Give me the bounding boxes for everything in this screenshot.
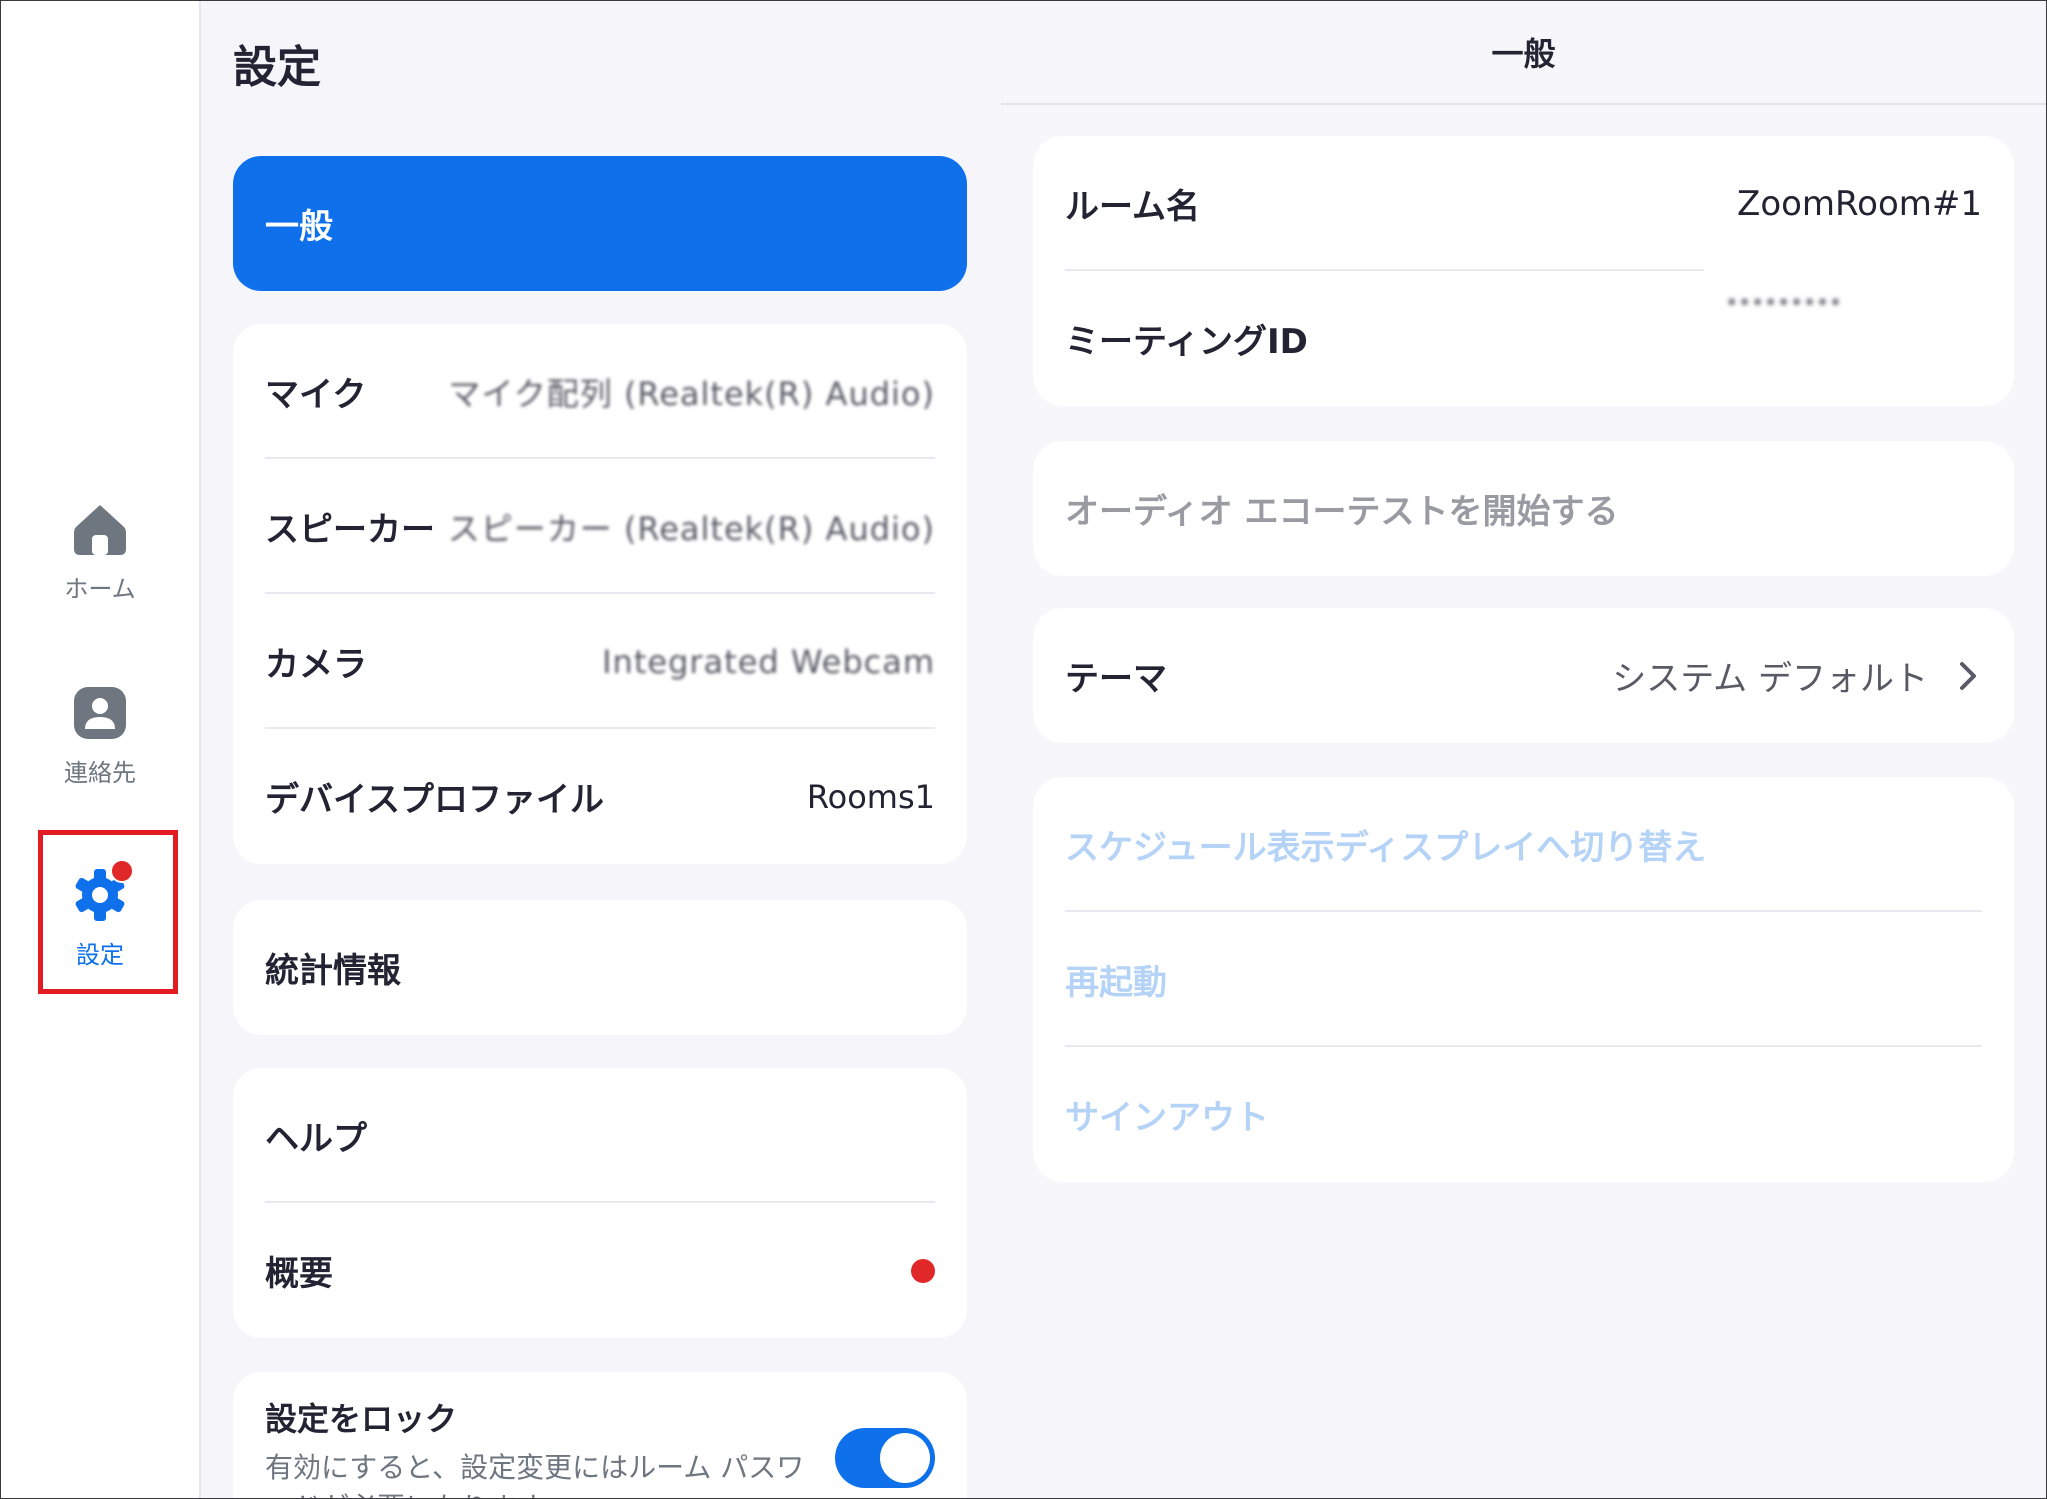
lock-settings-label: 設定をロック [265, 1400, 458, 1438]
room-name-label: ルーム名 [1065, 187, 1200, 227]
audio-echo-test-card[interactable]: オーディオ エコーテストを開始する [1033, 441, 2014, 576]
device-row-mic[interactable]: マイク マイク配列 (Realtek(R) Audio) [233, 324, 967, 459]
nav-rail: ホーム 連絡先 設定 [1, 1, 201, 1498]
audio-echo-test-button: オーディオ エコーテストを開始する [1065, 492, 1619, 532]
meeting-id-row: ミーティングID ••••••••• [1033, 271, 2014, 406]
nav-item-label: ホーム [64, 575, 136, 603]
device-value: Rooms1 [806, 777, 935, 816]
help-card: ヘルプ 概要 [233, 1068, 967, 1338]
category-label: 一般 [265, 207, 333, 247]
app-window: ホーム 連絡先 設定 設定 一般 マイク マイク配列 (Realtek(R) A… [0, 0, 2047, 1499]
theme-value: システム デフォルト [1612, 659, 1928, 699]
lock-settings-card: 設定をロック 有効にすると、設定変更にはルーム パスワードが必要になります。 [233, 1372, 967, 1498]
highlight-annotation [38, 830, 178, 994]
device-label: デバイスプロファイル [265, 780, 604, 820]
contact-icon [70, 683, 130, 743]
nav-item-home[interactable]: ホーム [1, 499, 199, 604]
nav-item-label: 連絡先 [64, 759, 136, 787]
detail-header: 一般 [1001, 1, 2046, 105]
sign-out-button[interactable]: サインアウト [1033, 1047, 2014, 1182]
meeting-id-value: ••••••••• [1725, 291, 1842, 316]
meeting-id-label: ミーティングID [1065, 322, 1308, 362]
devices-card: マイク マイク配列 (Realtek(R) Audio) スピーカー スピーカー… [233, 324, 967, 864]
category-label: 統計情報 [265, 951, 401, 991]
theme-label: テーマ [1065, 659, 1167, 699]
device-row-profile[interactable]: デバイスプロファイル Rooms1 [233, 729, 967, 864]
room-name-value: ZoomRoom#1 [1737, 183, 1982, 224]
action-label: 再起動 [1065, 963, 1167, 1003]
room-info-card: ルーム名 ZoomRoom#1 ミーティングID ••••••••• [1033, 136, 2014, 406]
home-icon [70, 499, 130, 559]
device-value: スピーカー (Realtek(R) Audio) [447, 509, 935, 548]
lock-settings-toggle[interactable] [835, 1428, 935, 1488]
chevron-right-icon [1960, 661, 1976, 690]
settings-panel: 設定 一般 マイク マイク配列 (Realtek(R) Audio) スピーカー… [201, 1, 999, 1498]
device-row-camera[interactable]: カメラ Integrated Webcam [233, 594, 967, 729]
category-label: 概要 [265, 1254, 333, 1294]
page-title: 設定 [233, 42, 321, 93]
lock-settings-description: 有効にすると、設定変更にはルーム パスワードが必要になります。 [265, 1451, 805, 1498]
general-detail-panel: 一般 ルーム名 ZoomRoom#1 ミーティングID ••••••••• オー… [1001, 1, 2046, 1498]
theme-card[interactable]: テーマ システム デフォルト [1033, 608, 2014, 743]
room-name-row: ルーム名 ZoomRoom#1 [1033, 136, 2014, 271]
category-help[interactable]: ヘルプ [233, 1068, 967, 1203]
device-value: Integrated Webcam [602, 642, 935, 681]
device-row-speaker[interactable]: スピーカー スピーカー (Realtek(R) Audio) [233, 459, 967, 594]
toggle-knob [880, 1433, 930, 1483]
category-label: ヘルプ [265, 1119, 367, 1159]
category-stats[interactable]: 統計情報 [233, 900, 967, 1035]
category-about[interactable]: 概要 [233, 1203, 967, 1338]
restart-button[interactable]: 再起動 [1033, 912, 2014, 1047]
device-label: マイク [265, 375, 367, 415]
device-label: カメラ [265, 645, 367, 685]
action-label: スケジュール表示ディスプレイへ切り替え [1065, 828, 1707, 868]
switch-to-scheduling-display-button[interactable]: スケジュール表示ディスプレイへ切り替え [1033, 777, 2014, 912]
notification-dot [911, 1258, 935, 1283]
category-general[interactable]: 一般 [233, 156, 967, 291]
action-label: サインアウト [1065, 1098, 1269, 1138]
nav-item-contacts[interactable]: 連絡先 [1, 683, 199, 788]
device-value: マイク配列 (Realtek(R) Audio) [448, 374, 935, 413]
actions-card: スケジュール表示ディスプレイへ切り替え 再起動 サインアウト [1033, 777, 2014, 1182]
device-label: スピーカー [265, 510, 435, 550]
